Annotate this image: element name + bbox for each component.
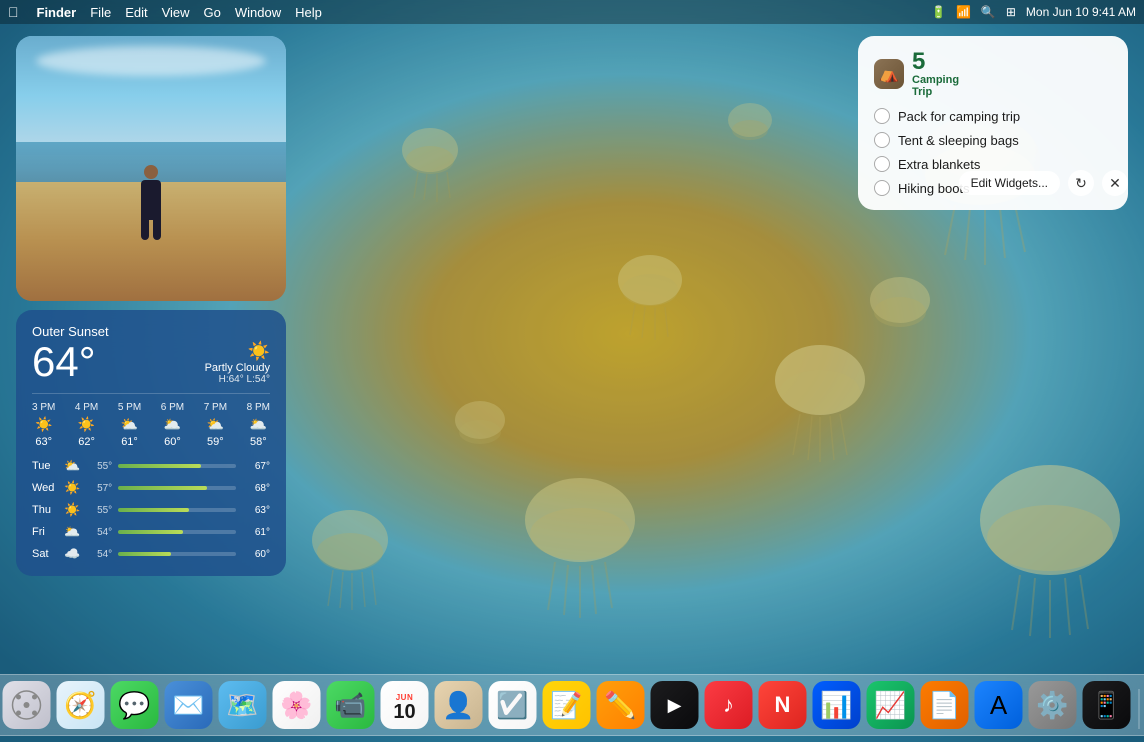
reminders-list-name: Camping Trip [912,74,959,98]
battery-icon: 🔋 [931,5,946,19]
notes-icon: 📝 [550,690,582,721]
dock-item-systemprefs[interactable]: ⚙️ [1029,681,1077,729]
apple-menu[interactable]:  [8,4,19,20]
edit-menu[interactable]: Edit [125,5,147,20]
go-menu[interactable]: Go [204,5,221,20]
maps-icon: 🗺️ [226,690,258,721]
widget-controls: Edit Widgets... ↻ ✕ [959,170,1128,196]
view-menu[interactable]: View [162,5,190,20]
reminder-text: Tent & sleeping bags [898,133,1019,148]
dock: 🧭💬✉️🗺️🌸📹 JUN 10 👤☑️📝✏️▶♪N📊📈📄A⚙️📱🗑️ [0,674,1144,736]
dock-item-freeform[interactable]: ✏️ [597,681,645,729]
dock-item-facetime[interactable]: 📹 [327,681,375,729]
dock-item-contacts[interactable]: 👤 [435,681,483,729]
help-menu[interactable]: Help [295,5,322,20]
wifi-icon: 📶 [956,5,971,19]
menubar-left:  Finder File Edit View Go Window Help [8,4,322,20]
facetime-icon: 📹 [334,690,366,721]
weather-day-row: Tue ⛅ 55° 67° [32,458,270,474]
reminder-item[interactable]: Tent & sleeping bags [874,132,1112,148]
dock-item-mail[interactable]: ✉️ [165,681,213,729]
appstore-icon: A [990,690,1007,721]
reminder-item[interactable]: Pack for camping trip [874,108,1112,124]
pages-icon: 📄 [928,690,960,721]
finder-menu[interactable]: Finder [37,5,77,20]
safari-icon: 🧭 [64,690,96,721]
weather-condition: Partly Cloudy [205,362,270,374]
news-icon: N [775,692,791,718]
iphone-icon: 📱 [1090,690,1122,721]
dock-item-reminders[interactable]: ☑️ [489,681,537,729]
reminder-checkbox[interactable] [874,180,890,196]
reminders-count-section: 5 Camping Trip [912,50,959,98]
datetime-display: Mon Jun 10 9:41 AM [1026,5,1136,19]
reminder-text: Pack for camping trip [898,109,1020,124]
dock-item-launchpad[interactable] [3,681,51,729]
dock-item-photos[interactable]: 🌸 [273,681,321,729]
weather-day-row: Sat ☁️ 54° 60° [32,546,270,562]
reminder-checkbox[interactable] [874,156,890,172]
dock-item-maps[interactable]: 🗺️ [219,681,267,729]
dock-item-music[interactable]: ♪ [705,681,753,729]
photo-clouds [36,46,266,76]
weather-sun-icon: ☀️ [205,341,270,362]
weather-hilo: H:64° L:54° [205,374,270,385]
photos-icon: 🌸 [280,690,312,721]
weather-hour-item: 7 PM ⛅ 59° [204,402,227,448]
spotlight-icon[interactable]: 🔍 [981,5,996,19]
weather-widget: Outer Sunset 64° ☀️ Partly Cloudy H:64° … [16,310,286,576]
appletv-icon: ▶ [668,695,682,716]
weather-location: Outer Sunset [32,324,270,339]
rotate-widget-button[interactable]: ↻ [1068,170,1094,196]
menubar-right: 🔋 📶 🔍 ⊞ Mon Jun 10 9:41 AM [931,5,1136,19]
numbers-icon: 📈 [874,690,906,721]
control-center-icon[interactable]: ⊞ [1006,5,1016,19]
weather-daily: Tue ⛅ 55° 67° Wed ☀️ 57° 68° Thu ☀️ 55° … [32,458,270,562]
weather-day-row: Thu ☀️ 55° 63° [32,502,270,518]
close-widget-button[interactable]: ✕ [1102,170,1128,196]
systemprefs-icon: ⚙️ [1036,690,1068,721]
dock-item-notes[interactable]: 📝 [543,681,591,729]
freeform-icon: ✏️ [604,690,636,721]
file-menu[interactable]: File [90,5,111,20]
weather-day-row: Fri 🌥️ 54° 61° [32,524,270,540]
weather-hour-item: 5 PM ⛅ 61° [118,402,141,448]
reminder-checkbox[interactable] [874,108,890,124]
reminders-header: ⛺ 5 Camping Trip [874,50,1112,98]
photo-widget [16,36,286,301]
launchpad-icon [11,689,43,721]
weather-day-row: Wed ☀️ 57° 68° [32,480,270,496]
dock-separator [1139,689,1140,729]
menubar:  Finder File Edit View Go Window Help 🔋… [0,0,1144,24]
dock-item-keynote[interactable]: 📊 [813,681,861,729]
weather-hour-item: 3 PM ☀️ 63° [32,402,55,448]
weather-hour-item: 6 PM 🌥️ 60° [161,402,184,448]
dock-item-pages[interactable]: 📄 [921,681,969,729]
keynote-icon: 📊 [820,690,852,721]
dock-item-calendar[interactable]: JUN 10 [381,681,429,729]
dock-item-appletv[interactable]: ▶ [651,681,699,729]
dock-item-safari[interactable]: 🧭 [57,681,105,729]
music-icon: ♪ [723,692,734,718]
dock-item-iphone[interactable]: 📱 [1083,681,1131,729]
dock-item-appstore[interactable]: A [975,681,1023,729]
dock-item-messages[interactable]: 💬 [111,681,159,729]
reminder-checkbox[interactable] [874,132,890,148]
dock-item-news[interactable]: N [759,681,807,729]
reminders-app-icon: ⛺ [874,59,904,89]
weather-hour-item: 4 PM ☀️ 62° [75,402,98,448]
contacts-icon: 👤 [442,690,474,721]
messages-icon: 💬 [118,690,150,721]
dock-item-numbers[interactable]: 📈 [867,681,915,729]
weather-temperature: 64° [32,341,96,383]
reminders-count: 5 [912,50,959,74]
reminders-icon: ☑️ [496,690,528,721]
edit-widgets-button[interactable]: Edit Widgets... [959,171,1060,195]
weather-hourly: 3 PM ☀️ 63° 4 PM ☀️ 62° 5 PM ⛅ 61° 6 PM … [32,393,270,448]
calendar-icon-inner: JUN 10 [381,681,429,729]
mail-icon: ✉️ [172,690,204,721]
photo-person [136,165,166,235]
weather-hour-item: 8 PM 🌥️ 58° [247,402,270,448]
window-menu[interactable]: Window [235,5,281,20]
